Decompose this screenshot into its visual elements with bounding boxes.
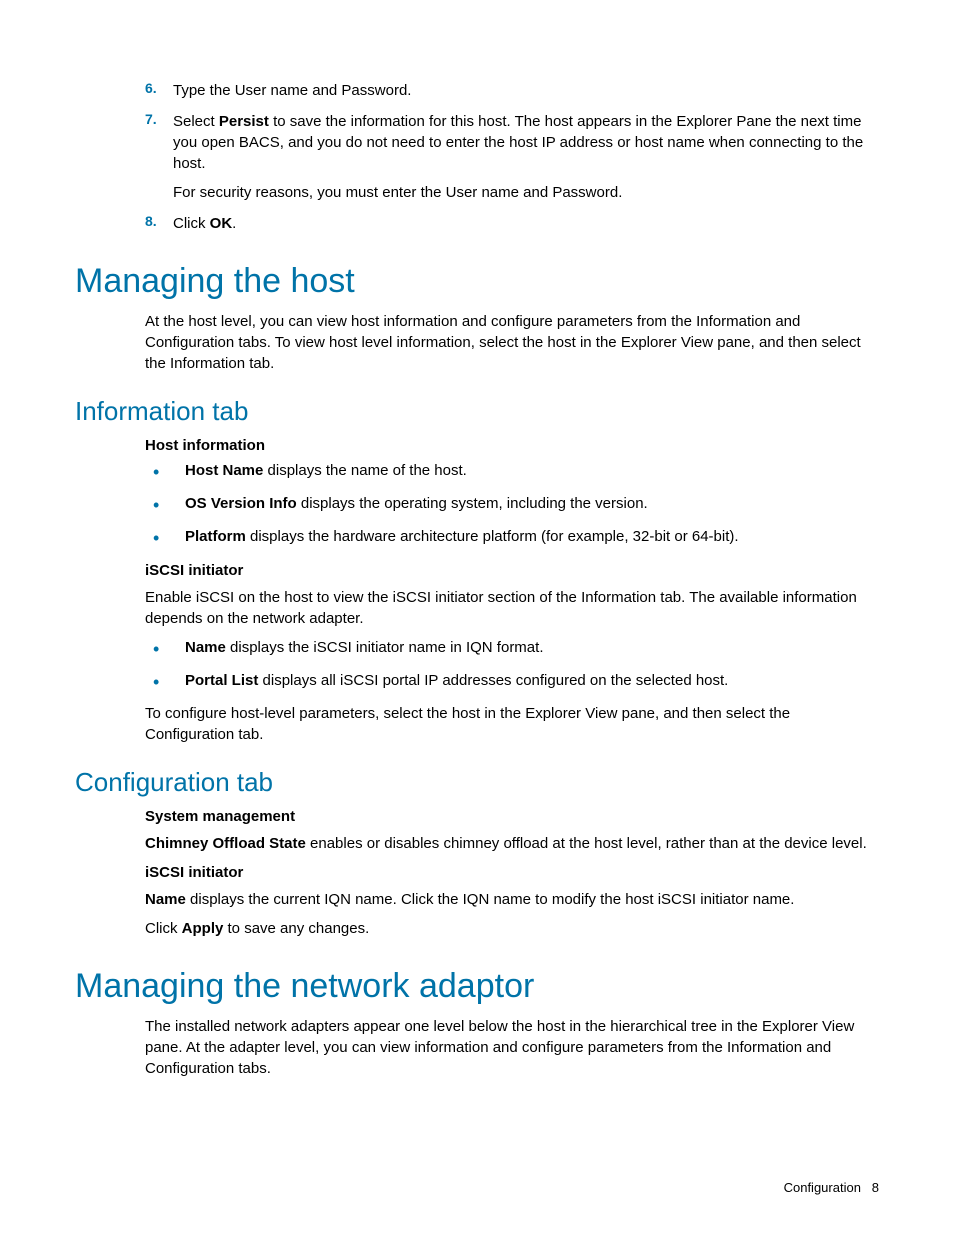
paragraph: Enable iSCSI on the host to view the iSC… <box>145 587 879 629</box>
label-iscsi-initiator: iSCSI initiator <box>145 864 879 881</box>
heading-configuration-tab: Configuration tab <box>75 767 879 798</box>
bullet-icon: • <box>145 526 185 551</box>
section-body: Host information •Host Name displays the… <box>75 437 879 745</box>
text: to save any changes. <box>223 920 369 937</box>
list-text: Type the User name and Password. <box>173 80 879 101</box>
bullet-list: •Host Name displays the name of the host… <box>145 460 879 552</box>
page-footer: Configuration 8 <box>784 1180 879 1195</box>
text: . <box>232 215 236 232</box>
list-number: 7. <box>145 111 173 203</box>
bullet-icon: • <box>145 493 185 518</box>
bullet-icon: • <box>145 637 185 662</box>
bullet-icon: • <box>145 670 185 695</box>
text: enables or disables chimney offload at t… <box>306 835 867 852</box>
ordered-list-item-7: 7. Select Persist to save the informatio… <box>75 111 879 203</box>
list-item: •OS Version Info displays the operating … <box>145 493 879 518</box>
text: displays the name of the host. <box>263 462 466 479</box>
text: displays the operating system, including… <box>297 495 648 512</box>
text: displays all iSCSI portal IP addresses c… <box>258 672 728 689</box>
bold-text: OK <box>210 215 233 232</box>
text: displays the hardware architecture platf… <box>246 528 739 545</box>
bold-text: Name <box>145 891 186 908</box>
label-iscsi-initiator: iSCSI initiator <box>145 562 879 579</box>
text: to save the information for this host. T… <box>173 113 863 172</box>
bullet-list: •Name displays the iSCSI initiator name … <box>145 637 879 695</box>
paragraph: The installed network adapters appear on… <box>145 1016 879 1079</box>
list-item: •Host Name displays the name of the host… <box>145 460 879 485</box>
list-item: •Platform displays the hardware architec… <box>145 526 879 551</box>
text: Select <box>173 113 219 130</box>
section-body: At the host level, you can view host inf… <box>75 311 879 374</box>
heading-managing-adaptor: Managing the network adaptor <box>75 967 879 1006</box>
bold-text: Host Name <box>185 462 263 479</box>
bold-text: Apply <box>182 920 224 937</box>
paragraph: Chimney Offload State enables or disable… <box>145 833 879 854</box>
sub-text: For security reasons, you must enter the… <box>173 182 879 203</box>
list-text: Select Persist to save the information f… <box>173 111 879 203</box>
paragraph: Name displays the current IQN name. Clic… <box>145 889 879 910</box>
page: 6. Type the User name and Password. 7. S… <box>0 0 954 1235</box>
footer-section: Configuration <box>784 1180 861 1195</box>
bold-text: Platform <box>185 528 246 545</box>
text: Click <box>173 215 210 232</box>
label-system-management: System management <box>145 808 879 825</box>
bold-text: Portal List <box>185 672 258 689</box>
paragraph: Click Apply to save any changes. <box>145 918 879 939</box>
list-number: 8. <box>145 213 173 234</box>
label-host-information: Host information <box>145 437 879 454</box>
list-item: •Portal List displays all iSCSI portal I… <box>145 670 879 695</box>
text: Click <box>145 920 182 937</box>
heading-managing-host: Managing the host <box>75 262 879 301</box>
footer-page-number: 8 <box>872 1180 879 1195</box>
text: displays the iSCSI initiator name in IQN… <box>226 639 544 656</box>
bold-text: OS Version Info <box>185 495 297 512</box>
bold-text: Name <box>185 639 226 656</box>
heading-information-tab: Information tab <box>75 396 879 427</box>
bullet-icon: • <box>145 460 185 485</box>
paragraph: At the host level, you can view host inf… <box>145 311 879 374</box>
ordered-list-item-8: 8. Click OK. <box>75 213 879 234</box>
list-number: 6. <box>145 80 173 101</box>
ordered-list-item-6: 6. Type the User name and Password. <box>75 80 879 101</box>
list-item: •Name displays the iSCSI initiator name … <box>145 637 879 662</box>
list-text: Click OK. <box>173 213 879 234</box>
paragraph: To configure host-level parameters, sele… <box>145 703 879 745</box>
section-body: System management Chimney Offload State … <box>75 808 879 939</box>
section-body: The installed network adapters appear on… <box>75 1016 879 1079</box>
text: displays the current IQN name. Click the… <box>186 891 795 908</box>
bold-text: Chimney Offload State <box>145 835 306 852</box>
bold-text: Persist <box>219 113 269 130</box>
